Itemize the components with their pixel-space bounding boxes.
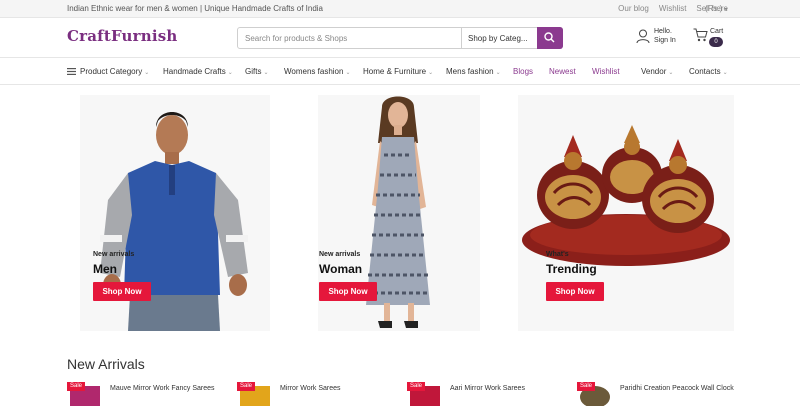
site-tagline: Indian Ethnic wear for men & women | Uni…	[67, 4, 323, 13]
product-name[interactable]: Aari Mirror Work Sarees	[450, 385, 525, 392]
product-name[interactable]: Mirror Work Sarees	[280, 385, 341, 392]
hero-banner-woman[interactable]: New arrivals Woman Shop Now	[318, 95, 480, 331]
hero-trending-eyebrow: What's	[546, 251, 569, 258]
product-card[interactable]: Sale Mirror Work Sarees	[237, 382, 407, 406]
sign-in-link[interactable]: Sign In	[654, 37, 676, 44]
cart-label: Cart	[710, 28, 724, 35]
product-name[interactable]: Paridhi Creation Peacock Wall Clock	[620, 385, 734, 392]
chevron-down-icon: ⌄	[227, 70, 233, 76]
nav-product-category[interactable]: Product Category ⌄	[80, 67, 149, 76]
chevron-down-icon: ⌄	[428, 70, 434, 76]
nav-label: Womens fashion	[284, 67, 344, 76]
sale-badge: Sale	[67, 382, 86, 391]
category-select[interactable]: Shop by Categ...	[468, 34, 528, 43]
nav-label: Contacts	[689, 67, 721, 76]
nav-label: Gifts	[245, 67, 262, 76]
cart-count-badge: 0	[709, 37, 723, 47]
nav-womens-fashion[interactable]: Womens fashion ⌄	[284, 67, 350, 76]
nav-home-furniture[interactable]: Home & Furniture ⌄	[363, 67, 433, 76]
nav-vendor[interactable]: Vendor ⌄	[641, 67, 673, 76]
search-input[interactable]: Search for products & Shops	[245, 34, 347, 43]
chevron-down-icon: ▾	[724, 7, 728, 13]
hero-men-title: Men	[93, 262, 117, 276]
top-bar: Indian Ethnic wear for men & women | Uni…	[0, 0, 800, 18]
chevron-down-icon: ⌄	[668, 70, 674, 76]
category-select-label: Shop by Categ...	[468, 34, 528, 43]
search-button[interactable]	[537, 27, 563, 49]
nav-handmade-crafts[interactable]: Handmade Crafts ⌄	[163, 67, 233, 76]
hero-banner-trending[interactable]: What's Trending Shop Now	[518, 95, 734, 331]
nav-gifts[interactable]: Gifts ⌄	[245, 67, 268, 76]
sale-badge: Sale	[577, 382, 596, 391]
nav-mens-fashion[interactable]: Mens fashion ⌄	[446, 67, 501, 76]
product-card[interactable]: Sale Mauve Mirror Work Fancy Sarees	[67, 382, 237, 406]
nav-label: Handmade Crafts	[163, 67, 226, 76]
hero-woman-shop-button[interactable]: Shop Now	[319, 282, 377, 301]
hero-trending-title: Trending	[546, 262, 597, 276]
hero-woman-eyebrow: New arrivals	[319, 251, 361, 258]
hero-woman-title: Woman	[319, 262, 363, 276]
chevron-down-icon: ⌄	[345, 70, 351, 76]
hero-men-shop-button[interactable]: Shop Now	[93, 282, 151, 301]
new-arrivals-title: New Arrivals	[67, 356, 145, 372]
nav-label: Home & Furniture	[363, 67, 427, 76]
sale-badge: Sale	[237, 382, 256, 391]
chevron-down-icon: ⌄	[144, 70, 150, 76]
nav-label: Product Category	[80, 67, 143, 76]
user-icon	[636, 29, 650, 44]
chevron-down-icon: ⌄	[722, 70, 728, 76]
search-icon	[544, 32, 555, 43]
product-card[interactable]: Sale Aari Mirror Work Sarees	[407, 382, 577, 406]
site-logo[interactable]: CraftFurnish	[67, 27, 178, 45]
nav-wishlist[interactable]: Wishlist	[592, 67, 620, 76]
cart-icon	[693, 28, 708, 42]
nav-blogs[interactable]: Blogs	[513, 67, 533, 76]
our-blog-link[interactable]: Our blog	[618, 4, 649, 13]
product-card[interactable]: Sale Paridhi Creation Peacock Wall Clock	[577, 382, 747, 406]
nav-newest[interactable]: Newest	[549, 67, 576, 76]
currency-select[interactable]: (Rs.) ▾	[705, 4, 728, 13]
product-name[interactable]: Mauve Mirror Work Fancy Sarees	[110, 385, 215, 392]
nav-label: Mens fashion	[446, 67, 494, 76]
hero-men-eyebrow: New arrivals	[93, 251, 135, 258]
hero-banner-men[interactable]: New arrivals Men Shop Now	[80, 95, 270, 331]
currency-label: (Rs.)	[705, 4, 723, 13]
menu-icon	[67, 68, 76, 75]
sale-badge: Sale	[407, 382, 426, 391]
search-bar: Search for products & Shops Shop by Cate…	[237, 27, 563, 49]
chevron-down-icon: ⌄	[263, 70, 269, 76]
search-divider	[461, 28, 462, 48]
wishlist-link[interactable]: Wishlist	[659, 4, 687, 13]
header: CraftFurnish Search for products & Shops…	[0, 18, 800, 58]
nav-contacts[interactable]: Contacts ⌄	[689, 67, 728, 76]
nav-label: Vendor	[641, 67, 667, 76]
user-hello: Hello.	[654, 28, 672, 35]
main-nav: Product Category ⌄ Handmade Crafts ⌄ Gifts…	[0, 58, 800, 85]
chevron-down-icon: ⌄	[495, 70, 501, 76]
hero-trending-shop-button[interactable]: Shop Now	[546, 282, 604, 301]
